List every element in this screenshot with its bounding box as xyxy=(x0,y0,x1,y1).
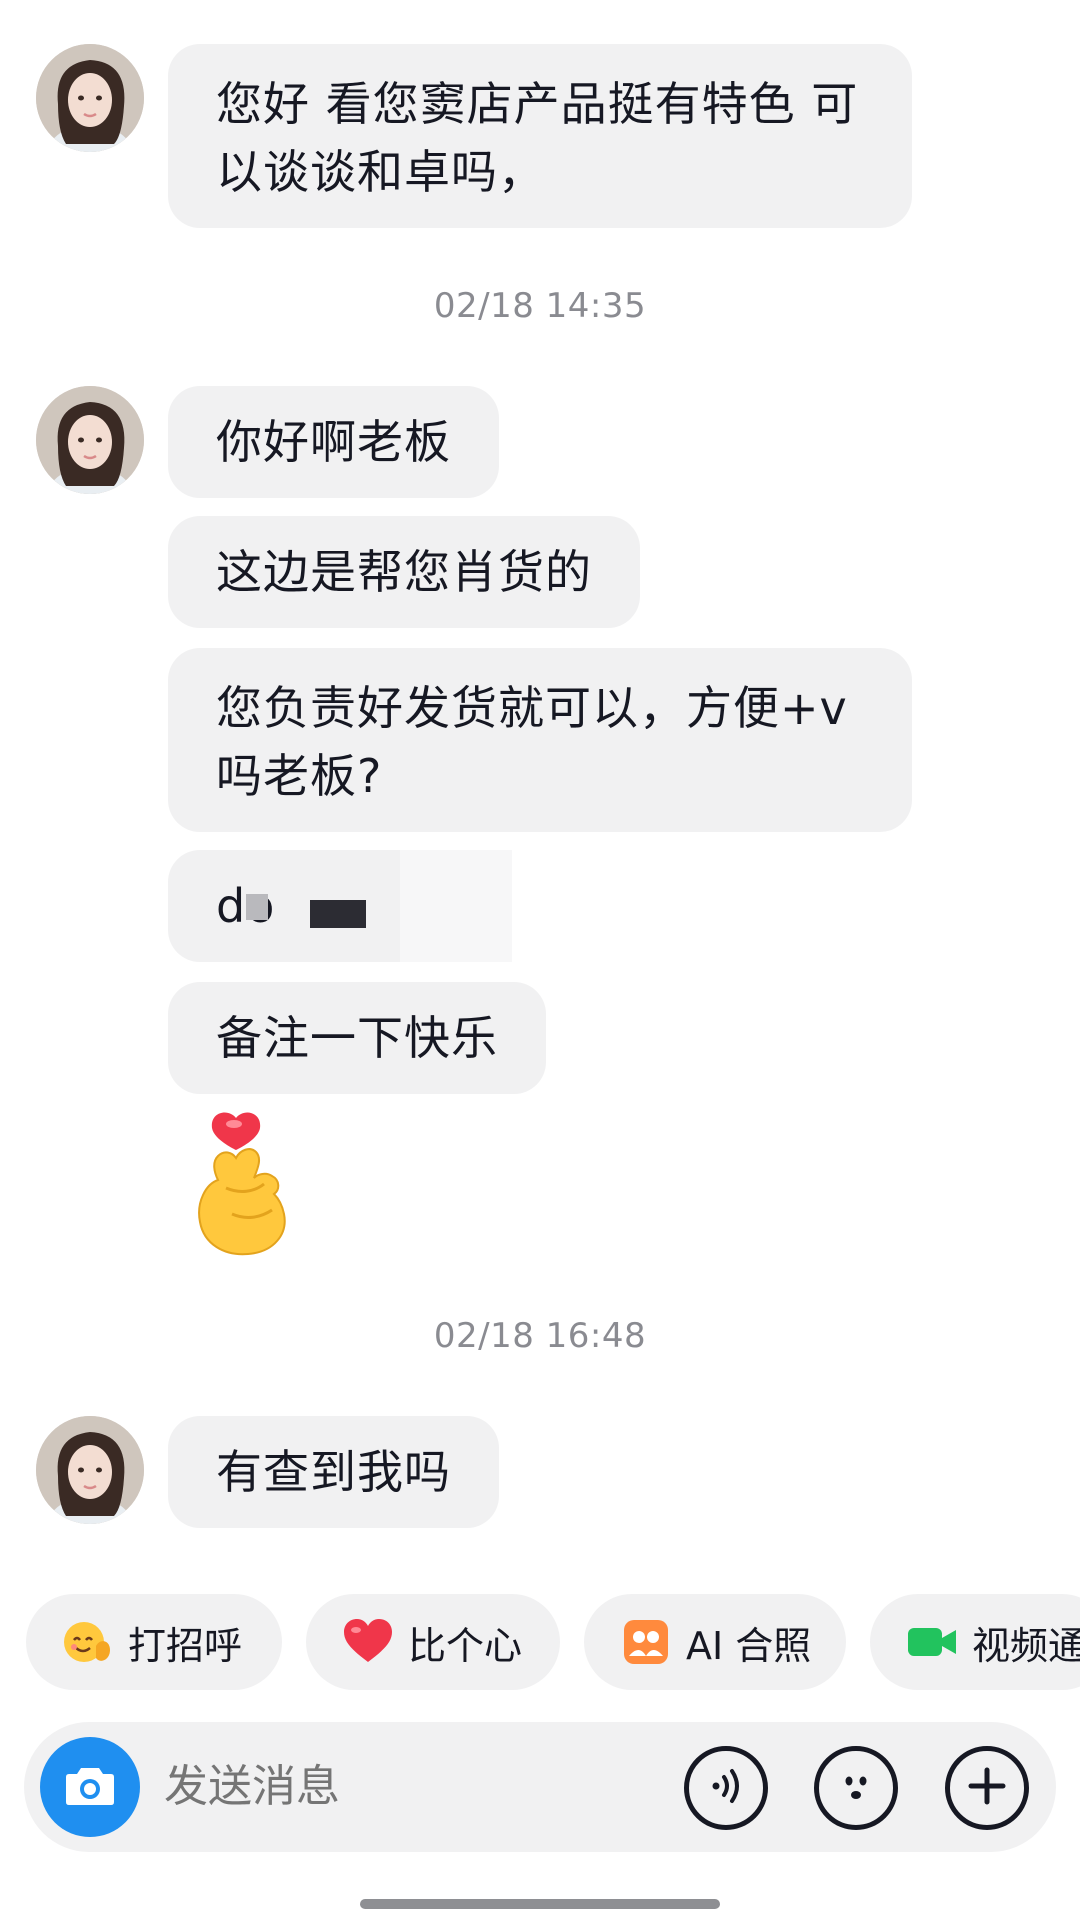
home-indicator xyxy=(360,1899,720,1909)
redacted-block xyxy=(246,894,268,920)
quick-action-ai-photo[interactable]: AI 合照 xyxy=(584,1594,846,1690)
message-bubble[interactable]: 备注一下快乐 xyxy=(168,982,546,1094)
message-text: 有查到我吗 xyxy=(216,1445,451,1499)
timestamp: 02/18 14:35 xyxy=(433,286,647,326)
message-input[interactable] xyxy=(164,1722,664,1852)
quick-action-wave[interactable]: 打招呼 xyxy=(26,1594,282,1690)
message-bubble[interactable]: do xyxy=(168,850,512,962)
timestamp: 02/18 16:48 xyxy=(433,1316,647,1356)
voice-icon xyxy=(704,1764,748,1812)
message-text: 这边是帮您肖货的 xyxy=(216,545,592,599)
camera-button[interactable] xyxy=(40,1737,140,1837)
contact-avatar[interactable] xyxy=(36,386,144,494)
quick-action-bar: 打招呼 比个心 AI 合照 视频通 xyxy=(0,1594,1080,1690)
voice-button[interactable] xyxy=(684,1746,768,1830)
message-composer xyxy=(24,1722,1056,1852)
message-bubble[interactable]: 这边是帮您肖货的 xyxy=(168,516,640,628)
redacted-block xyxy=(310,900,366,928)
contact-avatar[interactable] xyxy=(36,44,144,152)
wave-face-icon xyxy=(62,1616,114,1668)
quick-action-label: 视频通 xyxy=(972,1623,1080,1668)
contact-avatar[interactable] xyxy=(36,1416,144,1524)
heart-icon xyxy=(342,1616,394,1668)
message-bubble[interactable]: 有查到我吗 xyxy=(168,1416,499,1528)
message-bubble[interactable]: 你好啊老板 xyxy=(168,386,499,498)
emoji-icon xyxy=(834,1764,878,1812)
plus-icon xyxy=(965,1764,1009,1812)
finger-heart-sticker[interactable] xyxy=(188,1110,298,1260)
message-text: 你好啊老板 xyxy=(216,415,451,469)
quick-action-label: 打招呼 xyxy=(128,1623,243,1668)
redacted-block xyxy=(400,850,512,962)
quick-action-heart[interactable]: 比个心 xyxy=(306,1594,560,1690)
message-text: 您好 看您窦店产品挺有特色 可以谈谈和卓吗， xyxy=(216,77,859,199)
camera-icon xyxy=(65,1764,115,1810)
message-bubble[interactable]: 您负责好发货就可以，方便+v吗老板? xyxy=(168,648,912,832)
quick-action-video-call[interactable]: 视频通 xyxy=(870,1594,1080,1690)
quick-action-label: AI 合照 xyxy=(686,1623,812,1668)
message-text: 您负责好发货就可以，方便+v吗老板? xyxy=(216,681,848,803)
quick-action-label: 比个心 xyxy=(408,1623,523,1668)
message-text: 备注一下快乐 xyxy=(216,1011,498,1065)
emoji-button[interactable] xyxy=(814,1746,898,1830)
plus-button[interactable] xyxy=(945,1746,1029,1830)
message-bubble[interactable]: 您好 看您窦店产品挺有特色 可以谈谈和卓吗， xyxy=(168,44,912,228)
ai-photo-icon xyxy=(620,1616,672,1668)
video-call-icon xyxy=(906,1616,958,1668)
